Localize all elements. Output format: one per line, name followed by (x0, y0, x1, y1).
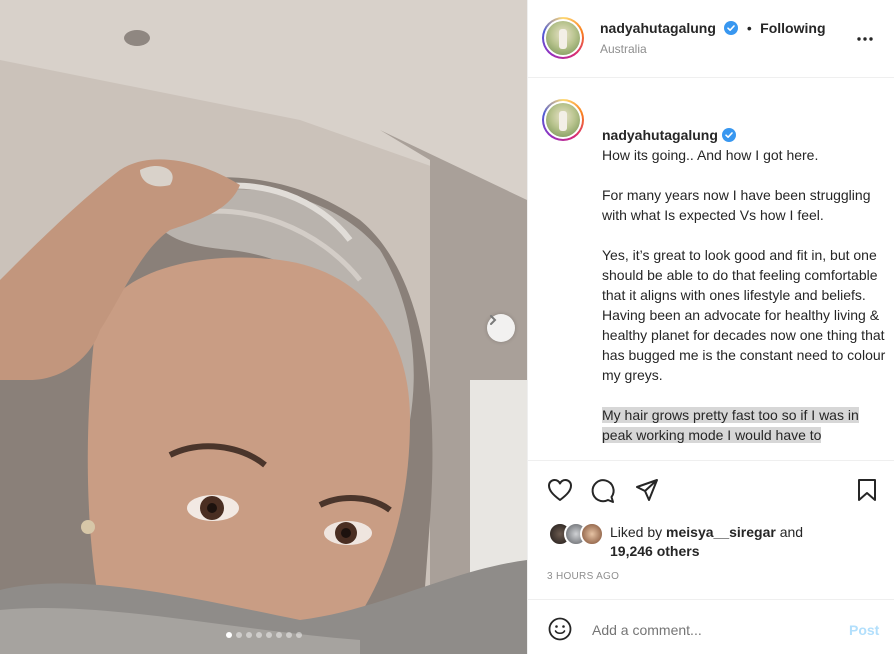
carousel-next-button[interactable] (487, 314, 515, 342)
liker-avatar (580, 522, 604, 546)
liked-by-prefix: Liked by (610, 524, 663, 540)
post-details-panel: nadyahutagalung • Following Australia na… (527, 0, 894, 654)
carousel-dot (295, 632, 302, 638)
post-photo[interactable] (0, 0, 527, 654)
like-heart-icon[interactable] (547, 478, 573, 502)
post-comment-button[interactable]: Post (849, 622, 879, 638)
caption-paragraph-highlighted: My hair grows pretty fast too so if I wa… (602, 407, 859, 443)
liked-by-user-link[interactable]: meisya__siregar (666, 524, 776, 540)
post-location[interactable]: Australia (600, 42, 647, 56)
carousel-dot (285, 632, 292, 638)
caption-paragraph: Having been an advocate for healthy livi… (602, 307, 886, 383)
post-timestamp[interactable]: 3 HOURS AGO (547, 571, 619, 582)
photo-illustration (0, 0, 527, 654)
following-button[interactable]: Following (760, 20, 825, 36)
caption-first-line: How its going.. And how I got here. (602, 147, 819, 163)
caption-username[interactable]: nadyahutagalung (602, 127, 718, 143)
comment-input[interactable] (590, 621, 834, 639)
follow-separator: • (746, 20, 752, 36)
caption-author-avatar[interactable] (542, 99, 584, 141)
comment-bar: Post (528, 599, 894, 655)
share-send-icon[interactable] (635, 478, 659, 502)
likes-summary: Liked by meisya__siregar and 19,246 othe… (610, 523, 803, 561)
more-horizontal-icon[interactable] (856, 30, 874, 48)
caption-paragraph: Yes, it’s great to look good and fit in,… (602, 247, 878, 303)
post-actions: Liked by meisya__siregar and 19,246 othe… (528, 460, 894, 600)
carousel-dot (255, 632, 262, 638)
likers-avatars[interactable] (548, 522, 606, 546)
caption-text: nadyahutagalung How its going.. And how … (602, 105, 888, 445)
verified-badge-icon (724, 21, 739, 35)
comment-bubble-icon[interactable] (590, 478, 616, 504)
carousel-dot (245, 632, 252, 638)
carousel-dot (275, 632, 282, 638)
post-header: nadyahutagalung • Following Australia (528, 0, 894, 78)
liked-by-and: and (779, 524, 804, 540)
caption-area: nadyahutagalung How its going.. And how … (528, 78, 894, 459)
carousel-dot (225, 632, 232, 638)
emoji-icon[interactable] (548, 617, 572, 641)
author-avatar[interactable] (542, 17, 584, 59)
carousel-dots (0, 632, 527, 638)
likes-count-link[interactable]: 19,246 others (610, 543, 700, 559)
carousel-dot (235, 632, 242, 638)
save-bookmark-icon[interactable] (856, 478, 878, 502)
caption-paragraph: For many years now I have been strugglin… (602, 187, 871, 223)
carousel-dot (265, 632, 272, 638)
author-username[interactable]: nadyahutagalung (600, 20, 716, 36)
chevron-right-icon (490, 315, 497, 325)
verified-badge-icon (721, 128, 736, 142)
